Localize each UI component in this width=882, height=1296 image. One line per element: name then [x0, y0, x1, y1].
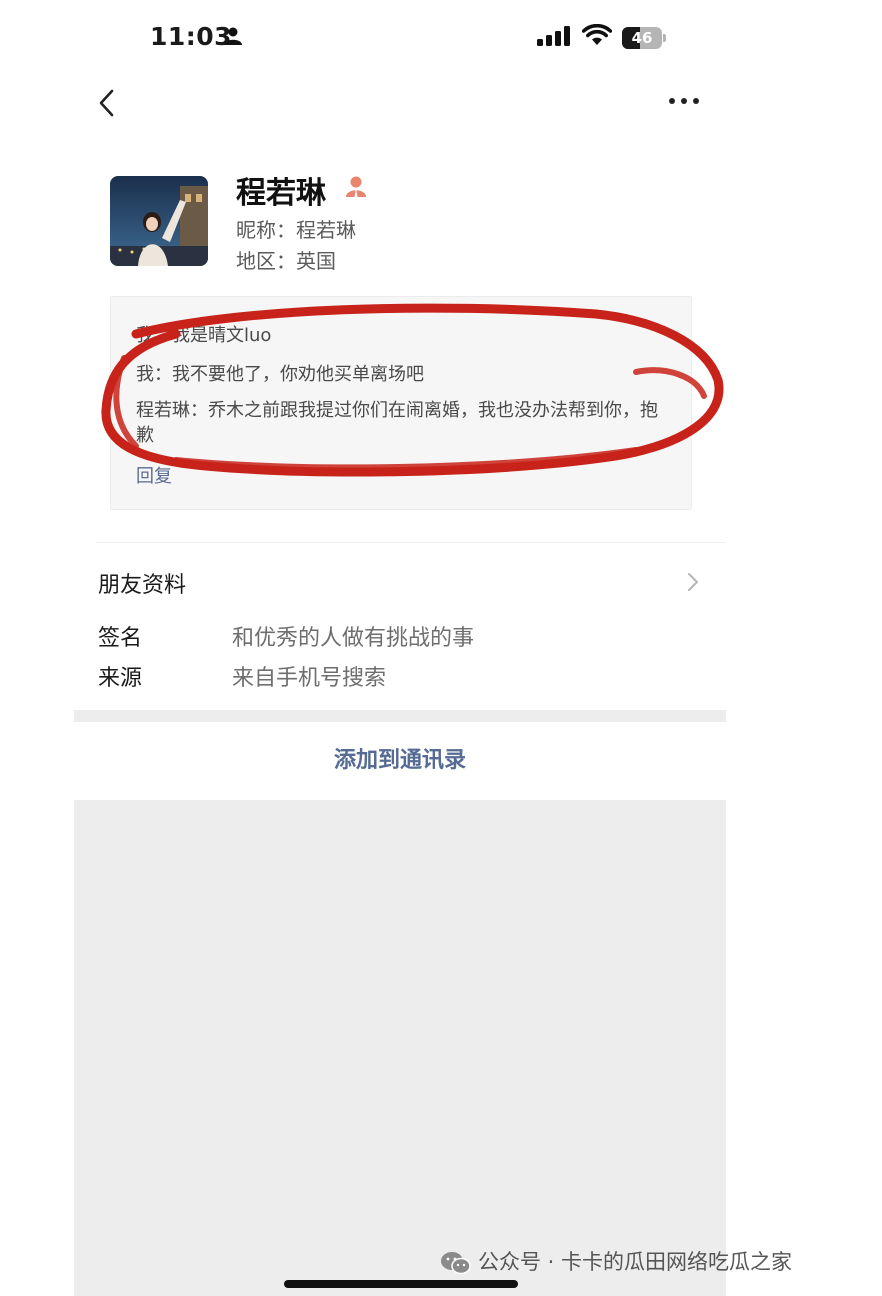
- chevron-right-icon[interactable]: [686, 571, 700, 593]
- back-chevron-icon[interactable]: [96, 88, 118, 118]
- cellular-signal-icon: [537, 26, 570, 46]
- person-icon: [224, 27, 242, 45]
- source-label: 来源: [98, 666, 143, 691]
- divider: [96, 542, 726, 543]
- signature-value: 和优秀的人做有挑战的事: [232, 626, 475, 651]
- contact-badge-icon: [346, 176, 366, 197]
- empty-area: [74, 800, 726, 1296]
- avatar[interactable]: [110, 176, 208, 266]
- status-time: 11:03: [150, 22, 233, 51]
- profile-region: 地区：英国: [236, 249, 336, 273]
- home-indicator[interactable]: [284, 1280, 518, 1288]
- wechat-icon: [441, 1252, 471, 1275]
- profile-nickname: 昵称：程若琳: [236, 218, 356, 242]
- red-annotation-circle: [101, 303, 724, 477]
- battery-level: 46: [631, 29, 653, 47]
- watermark-text: 公众号 · 卡卡的瓜田网络吃瓜之家: [478, 1250, 793, 1274]
- profile-name: 程若琳: [236, 176, 326, 211]
- wifi-icon: [582, 24, 612, 45]
- source-value: 来自手机号搜索: [232, 666, 387, 691]
- section-separator: [74, 710, 726, 722]
- more-options-icon[interactable]: [668, 96, 700, 106]
- add-to-contacts-button[interactable]: 添加到通讯录: [74, 722, 726, 800]
- signature-label: 签名: [98, 626, 143, 651]
- friend-info-row[interactable]: 朋友资料: [98, 567, 186, 599]
- battery-indicator: 46: [622, 27, 666, 49]
